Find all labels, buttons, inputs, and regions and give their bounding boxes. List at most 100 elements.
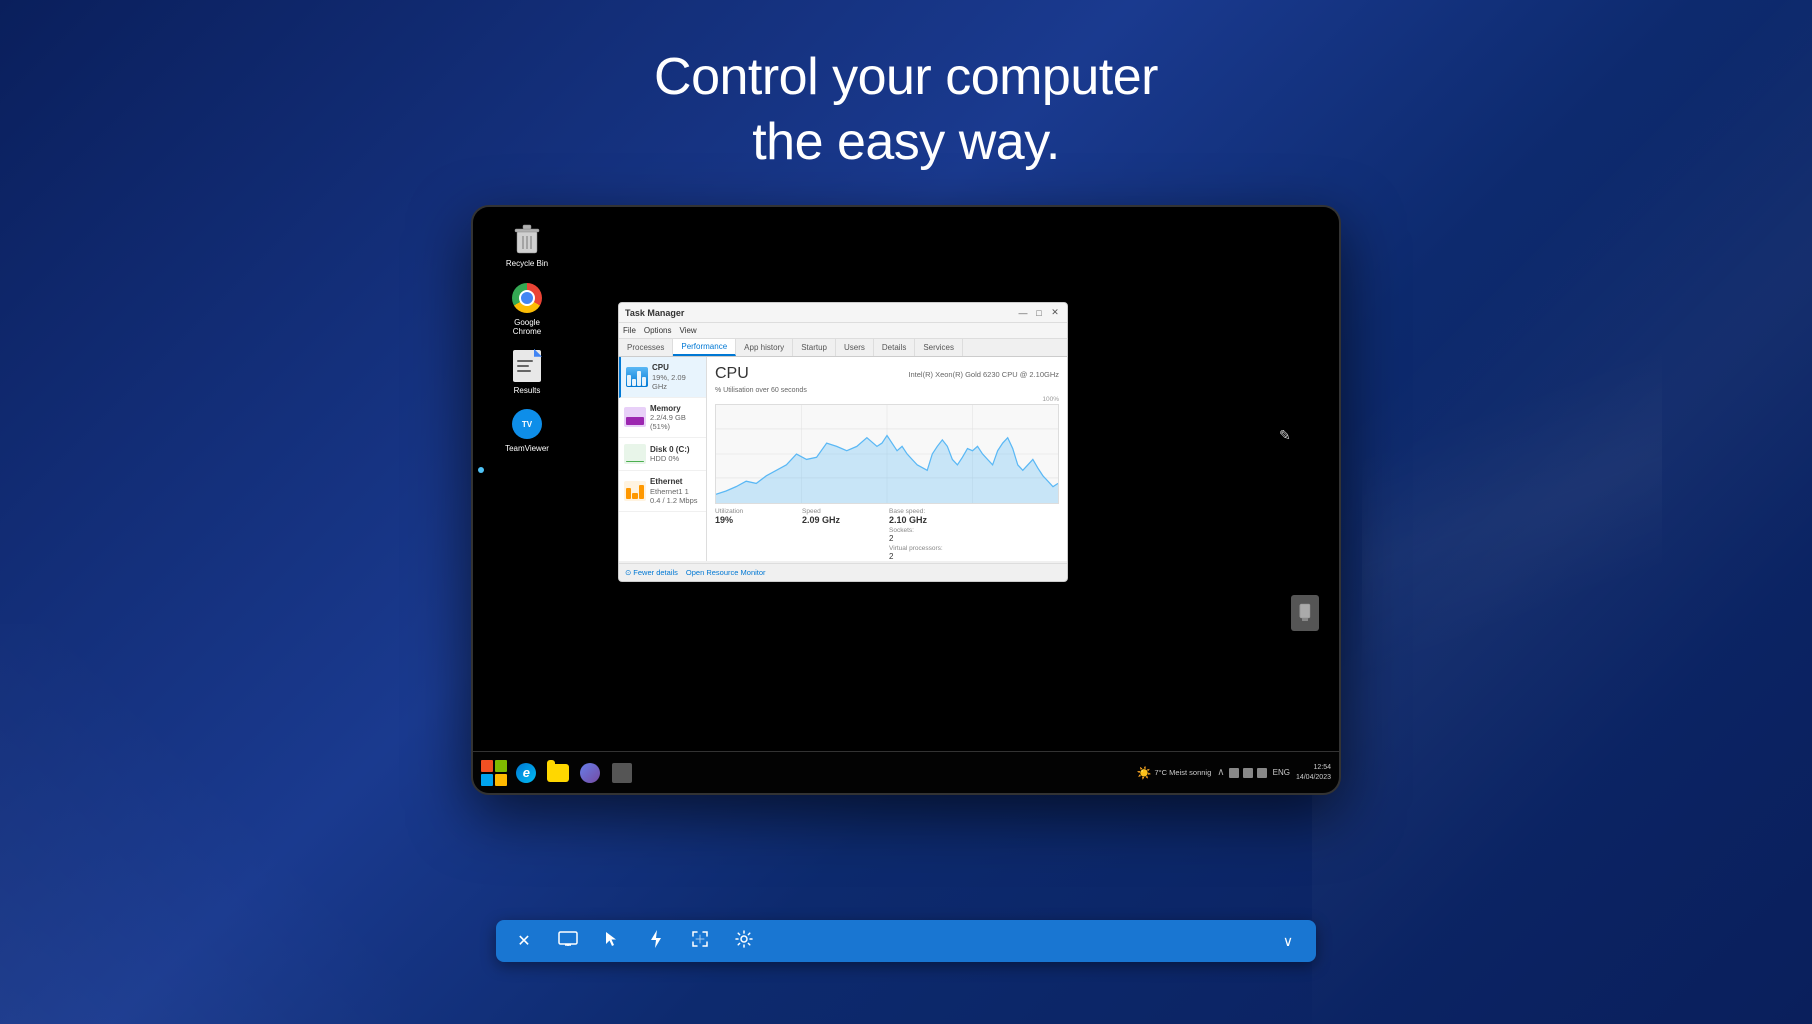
weather-icon: ☀️: [1137, 766, 1152, 780]
tm-tabs: Processes Performance App history Startu…: [619, 339, 1067, 357]
win-sq-3: [481, 774, 493, 786]
recycle-bin-icon[interactable]: Recycle Bin: [501, 222, 553, 269]
toolbar-buttons: ✕: [510, 927, 758, 955]
toolbar-cursor-button[interactable]: [598, 927, 626, 955]
virtual-processors-value: 2: [889, 552, 972, 561]
tm-close-button[interactable]: ✕: [1049, 307, 1061, 319]
ethernet-mini-chart: [624, 481, 646, 501]
utilization-value: 19%: [715, 515, 798, 525]
remote-toolbar: ✕: [496, 920, 1316, 962]
toolbar-settings-button[interactable]: [730, 927, 758, 955]
toolbar-fullscreen-button[interactable]: [686, 927, 714, 955]
folder-icon: [547, 764, 569, 782]
win-sq-1: [481, 760, 493, 772]
time-display: 12:54: [1313, 763, 1331, 772]
edge-icon: [516, 763, 536, 783]
taskbar-left: [481, 760, 635, 786]
chrome-label: Google Chrome: [501, 318, 553, 337]
fewer-details-button[interactable]: ⊙ Fewer details: [625, 568, 678, 577]
cpu-panel-subtitle: Intel(R) Xeon(R) Gold 6230 CPU @ 2.10GHz: [908, 370, 1059, 379]
disk-mini-chart: [624, 444, 646, 464]
toolbar-monitor-button[interactable]: [554, 927, 582, 955]
tm-menubar: File Options View: [619, 323, 1067, 339]
tm-minimize-button[interactable]: —: [1017, 307, 1029, 319]
tm-titlebar: Task Manager — □ ✕: [619, 303, 1067, 323]
taskbar-icon-4-img: [580, 763, 600, 783]
resource-monitor-label: Open Resource Monitor: [686, 568, 766, 577]
teamviewer-icon[interactable]: TeamViewer: [501, 407, 553, 454]
connection-indicator: [478, 467, 484, 473]
device-frame: Recycle Bin Google Chrome Result: [471, 205, 1341, 795]
tab-users[interactable]: Users: [836, 339, 874, 356]
tray-icon-2: [1243, 768, 1253, 778]
sidebar-memory-name: Memory: [650, 404, 701, 414]
tm-menu-view[interactable]: View: [679, 326, 696, 335]
toolbar-chevron-button[interactable]: ∨: [1274, 927, 1302, 955]
right-panel-icon[interactable]: [1291, 595, 1319, 631]
tab-processes[interactable]: Processes: [619, 339, 673, 356]
teamviewer-image: [510, 407, 544, 441]
tab-details[interactable]: Details: [874, 339, 915, 356]
datetime-widget[interactable]: 12:54 14/04/2023: [1296, 763, 1331, 781]
tab-app-history[interactable]: App history: [736, 339, 793, 356]
tab-startup[interactable]: Startup: [793, 339, 836, 356]
memory-mini-chart: [624, 407, 646, 427]
results-image: [510, 349, 544, 383]
bolt-icon: [649, 929, 663, 954]
teamviewer-label: TeamViewer: [505, 444, 549, 454]
taskbar-icon-5[interactable]: [609, 760, 635, 786]
cursor-icon: [604, 930, 620, 953]
sidebar-cpu[interactable]: CPU 19%, 2.09 GHz: [619, 357, 706, 398]
tm-title: Task Manager: [625, 308, 684, 318]
results-label: Results: [514, 386, 541, 396]
tray-arrow[interactable]: ∧: [1217, 767, 1224, 778]
tm-footer: ⊙ Fewer details Open Resource Monitor: [619, 563, 1067, 581]
fewer-details-label: Fewer details: [633, 568, 678, 577]
sidebar-memory[interactable]: Memory 2.2/4.9 GB (51%): [619, 398, 706, 439]
gear-icon: [735, 930, 753, 953]
date-display: 14/04/2023: [1296, 773, 1331, 782]
edit-cursor-icon[interactable]: ✎: [1279, 427, 1299, 447]
tm-menu-file[interactable]: File: [623, 326, 636, 335]
weather-widget[interactable]: ☀️ 7°C Meist sonnig: [1137, 766, 1212, 780]
headline-line1: Control your computer: [654, 48, 1158, 106]
tm-menu-options[interactable]: Options: [644, 326, 672, 335]
tm-sidebar: CPU 19%, 2.09 GHz Memory 2.2/4.9 GB (51%…: [619, 357, 707, 561]
chrome-icon[interactable]: Google Chrome: [501, 281, 553, 337]
edge-taskbar-button[interactable]: [513, 760, 539, 786]
language-indicator: ENG: [1273, 768, 1290, 777]
sidebar-ethernet[interactable]: Ethernet Ethernet1 1 0.4 / 1.2 Mbps: [619, 471, 706, 512]
headline-section: Control your computer the easy way.: [0, 0, 1812, 205]
taskbar-icon-4[interactable]: [577, 760, 603, 786]
stat-speed: Speed 2.09 GHz: [802, 508, 885, 561]
tm-body: CPU 19%, 2.09 GHz Memory 2.2/4.9 GB (51%…: [619, 357, 1067, 561]
sidebar-disk-value: HDD 0%: [650, 454, 701, 463]
tm-cpu-panel: CPU Intel(R) Xeon(R) Gold 6230 CPU @ 2.1…: [707, 357, 1067, 561]
toolbar-close-button[interactable]: ✕: [510, 927, 538, 955]
start-button[interactable]: [481, 760, 507, 786]
toolbar-action-button[interactable]: [642, 927, 670, 955]
windows-taskbar: ☀️ 7°C Meist sonnig ∧ ENG 12:54 14/04/20…: [473, 751, 1339, 793]
speed-value: 2.09 GHz: [802, 515, 885, 525]
toolbar-right: ∨: [1274, 927, 1302, 955]
sidebar-ethernet-name: Ethernet: [650, 477, 701, 487]
cpu-stats: Utilization 19% Speed 2.09 GHz Base spee…: [715, 508, 1059, 561]
tab-services[interactable]: Services: [915, 339, 963, 356]
chart-100-label: 100%: [715, 396, 1059, 403]
tab-performance[interactable]: Performance: [673, 339, 736, 356]
sidebar-memory-value: 2.2/4.9 GB (51%): [650, 413, 701, 431]
system-tray: ∧: [1217, 767, 1266, 778]
file-explorer-button[interactable]: [545, 760, 571, 786]
taskbar-right: ☀️ 7°C Meist sonnig ∧ ENG 12:54 14/04/20…: [1137, 763, 1331, 781]
cpu-chart: [715, 404, 1059, 504]
open-resource-monitor-button[interactable]: Open Resource Monitor: [686, 568, 766, 577]
recycle-bin-image: [510, 222, 544, 256]
tm-window-controls: — □ ✕: [1017, 307, 1061, 319]
windows-logo: [481, 760, 507, 786]
monitor-icon: [558, 931, 578, 952]
sidebar-disk[interactable]: Disk 0 (C:) HDD 0%: [619, 438, 706, 471]
tm-restore-button[interactable]: □: [1033, 307, 1045, 319]
weather-text: 7°C Meist sonnig: [1155, 768, 1212, 777]
results-icon[interactable]: Results: [501, 349, 553, 396]
fewer-details-icon: ⊙: [625, 568, 631, 577]
